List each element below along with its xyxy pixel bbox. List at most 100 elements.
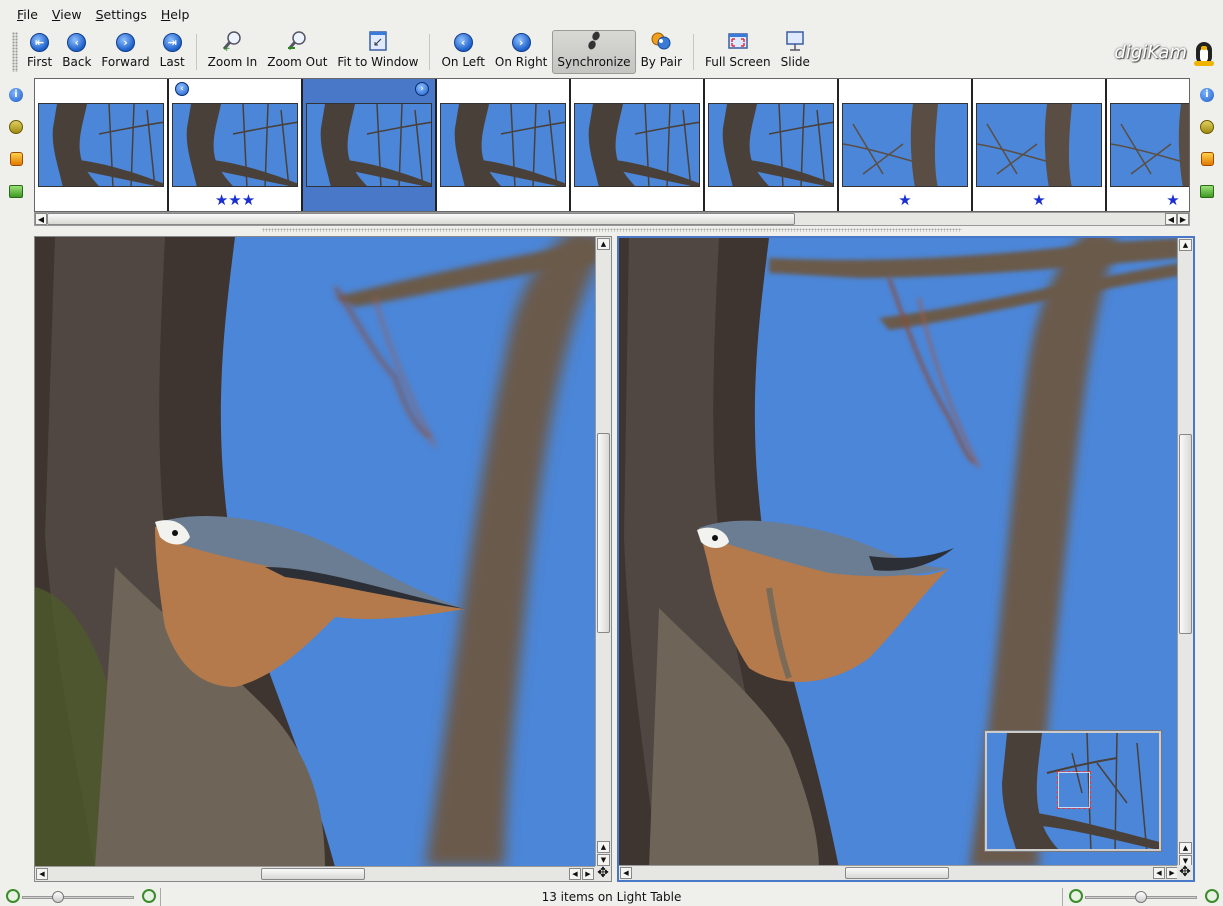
zoom-in-button[interactable]: + Zoom In <box>203 30 263 74</box>
right-zoom-slider[interactable] <box>1063 888 1223 906</box>
zoom-out-button[interactable]: Zoom Out <box>262 30 332 74</box>
thumbnail-item[interactable]: ★ <box>973 79 1107 211</box>
forward-button[interactable]: › Forward <box>96 30 154 74</box>
on-right-icon: › <box>511 33 531 52</box>
scroll-right-arrow-icon[interactable]: ▶ <box>582 868 594 880</box>
slide-button[interactable]: Slide <box>776 30 815 74</box>
right-zoom-knob[interactable] <box>1135 891 1147 903</box>
left-vscroll-handle[interactable] <box>597 433 610 633</box>
zoom-out-icon[interactable] <box>6 889 20 903</box>
left-preview-pane[interactable]: ▲ ▲ ▼ ◀ ◀ ▶ ✥ <box>34 236 612 882</box>
left-sidebar-tabs: i <box>2 80 30 210</box>
scroll-right-arrow-icon[interactable]: ▶ <box>1177 213 1189 225</box>
left-hscroll-handle[interactable] <box>261 868 365 880</box>
rating-stars[interactable]: ★ <box>973 191 1105 209</box>
back-label: Back <box>62 55 92 69</box>
thumbnail-image <box>38 103 164 187</box>
toolbar-separator <box>195 34 197 70</box>
left-tags-tab[interactable] <box>5 180 27 202</box>
thumbnail-image <box>172 103 298 187</box>
thumbnail-item[interactable] <box>437 79 571 211</box>
right-metadata-tab[interactable] <box>1196 116 1218 138</box>
right-tags-tab[interactable] <box>1196 180 1218 202</box>
rating-stars[interactable]: ★★★ <box>169 191 301 209</box>
scroll-left-arrow-icon[interactable]: ◀ <box>1153 867 1165 879</box>
right-vscroll-handle[interactable] <box>1179 434 1192 634</box>
last-button[interactable]: ⇥ Last <box>155 30 190 74</box>
scroll-up-arrow-icon[interactable]: ▲ <box>1179 239 1192 251</box>
left-zoom-slider[interactable] <box>0 888 160 906</box>
toolbar-grip[interactable] <box>12 32 18 72</box>
thumbnail-image <box>574 103 700 187</box>
zoom-in-icon[interactable] <box>142 889 156 903</box>
by-pair-button[interactable]: By Pair <box>636 30 687 74</box>
right-hscroll-handle[interactable] <box>845 867 949 879</box>
on-right-button[interactable]: › On Right <box>490 30 552 74</box>
thumbnail-item[interactable]: ★ <box>839 79 973 211</box>
right-preview-image[interactable] <box>619 238 1179 868</box>
thumbnail-item[interactable]: ‹ ★★★ <box>169 79 303 211</box>
back-icon: ‹ <box>67 33 87 52</box>
right-properties-tab[interactable]: i <box>1196 84 1218 106</box>
thumbnail-item[interactable] <box>35 79 169 211</box>
menu-view[interactable]: View <box>45 3 89 26</box>
scroll-up-arrow-icon[interactable]: ▲ <box>597 841 610 853</box>
right-horizontal-scrollbar[interactable]: ◀ ◀ ▶ <box>619 865 1179 880</box>
right-vertical-scrollbar[interactable]: ▲ ▲ ▼ <box>1177 238 1193 868</box>
left-vertical-scrollbar[interactable]: ▲ ▲ ▼ <box>595 237 611 867</box>
thumbnail-item[interactable] <box>705 79 839 211</box>
pane-splitter-handle[interactable] <box>262 228 962 232</box>
thumbnail-item[interactable]: › <box>303 79 437 211</box>
on-left-button[interactable]: ‹ On Left <box>436 30 489 74</box>
zoom-in-icon[interactable] <box>1205 889 1219 903</box>
left-colors-tab[interactable] <box>5 148 27 170</box>
back-button[interactable]: ‹ Back <box>57 30 96 74</box>
scroll-up-arrow-icon[interactable]: ▲ <box>1179 842 1192 854</box>
image-navigator-panel[interactable] <box>985 731 1161 851</box>
left-zoom-knob[interactable] <box>52 891 64 903</box>
zoom-out-icon[interactable] <box>1069 889 1083 903</box>
status-bar: 13 items on Light Table <box>0 888 1223 906</box>
fit-to-window-button[interactable]: Fit to Window <box>332 30 423 74</box>
scroll-up-arrow-icon[interactable]: ▲ <box>597 238 610 250</box>
thumbnail-scroll-handle[interactable] <box>47 213 795 225</box>
right-colors-tab[interactable] <box>1196 148 1218 170</box>
menu-settings[interactable]: Settings <box>89 3 154 26</box>
navigator-view-rectangle[interactable] <box>1057 771 1091 809</box>
pan-move-icon[interactable]: ✥ <box>595 866 611 881</box>
tux-mascot-icon <box>1191 38 1217 66</box>
scroll-left-arrow-icon[interactable]: ◀ <box>35 213 47 225</box>
left-metadata-tab[interactable] <box>5 116 27 138</box>
first-button[interactable]: ⇤ First <box>22 30 57 74</box>
right-preview-pane[interactable]: ▲ ▲ ▼ ◀ ◀ ▶ ✥ <box>617 236 1195 882</box>
toolbar-separator <box>693 34 695 70</box>
properties-icon: i <box>9 88 23 102</box>
scroll-left-arrow-icon[interactable]: ◀ <box>36 868 48 880</box>
left-properties-tab[interactable]: i <box>5 84 27 106</box>
metadata-icon <box>1200 120 1214 134</box>
toolbar-separator <box>429 34 431 70</box>
menu-view-accel: V <box>51 6 61 22</box>
rating-stars[interactable]: ★ <box>1107 191 1189 209</box>
left-horizontal-scrollbar[interactable]: ◀ ◀ ▶ <box>35 866 595 881</box>
thumbnail-item[interactable]: ★ <box>1107 79 1189 211</box>
synchronize-button[interactable]: Synchronize <box>552 30 636 74</box>
slide-label: Slide <box>780 55 810 69</box>
full-screen-button[interactable]: Full Screen <box>700 30 776 74</box>
scroll-left-arrow-icon[interactable]: ◀ <box>569 868 581 880</box>
scroll-left-arrow-icon[interactable]: ◀ <box>620 867 632 879</box>
rating-stars[interactable]: ★ <box>839 191 971 209</box>
menu-file-label: ile <box>23 6 38 22</box>
lighttable-window: File View Settings Help ⇤ First ‹ Back › Fo… <box>0 0 1223 906</box>
pan-move-icon[interactable]: ✥ <box>1177 865 1193 880</box>
thumbnail-scrollbar[interactable]: ◀ ◀ ▶ <box>34 212 1190 226</box>
by-pair-label: By Pair <box>640 55 683 69</box>
left-zoom-track[interactable] <box>22 896 134 899</box>
fit-to-window-label: Fit to Window <box>337 55 419 69</box>
scroll-left-arrow-icon[interactable]: ◀ <box>1165 213 1177 225</box>
menu-file[interactable]: File <box>10 3 45 26</box>
left-preview-image[interactable] <box>35 237 595 867</box>
menu-help[interactable]: Help <box>154 3 197 26</box>
digikam-logo-text: digiKam <box>1114 41 1187 63</box>
thumbnail-item[interactable] <box>571 79 705 211</box>
